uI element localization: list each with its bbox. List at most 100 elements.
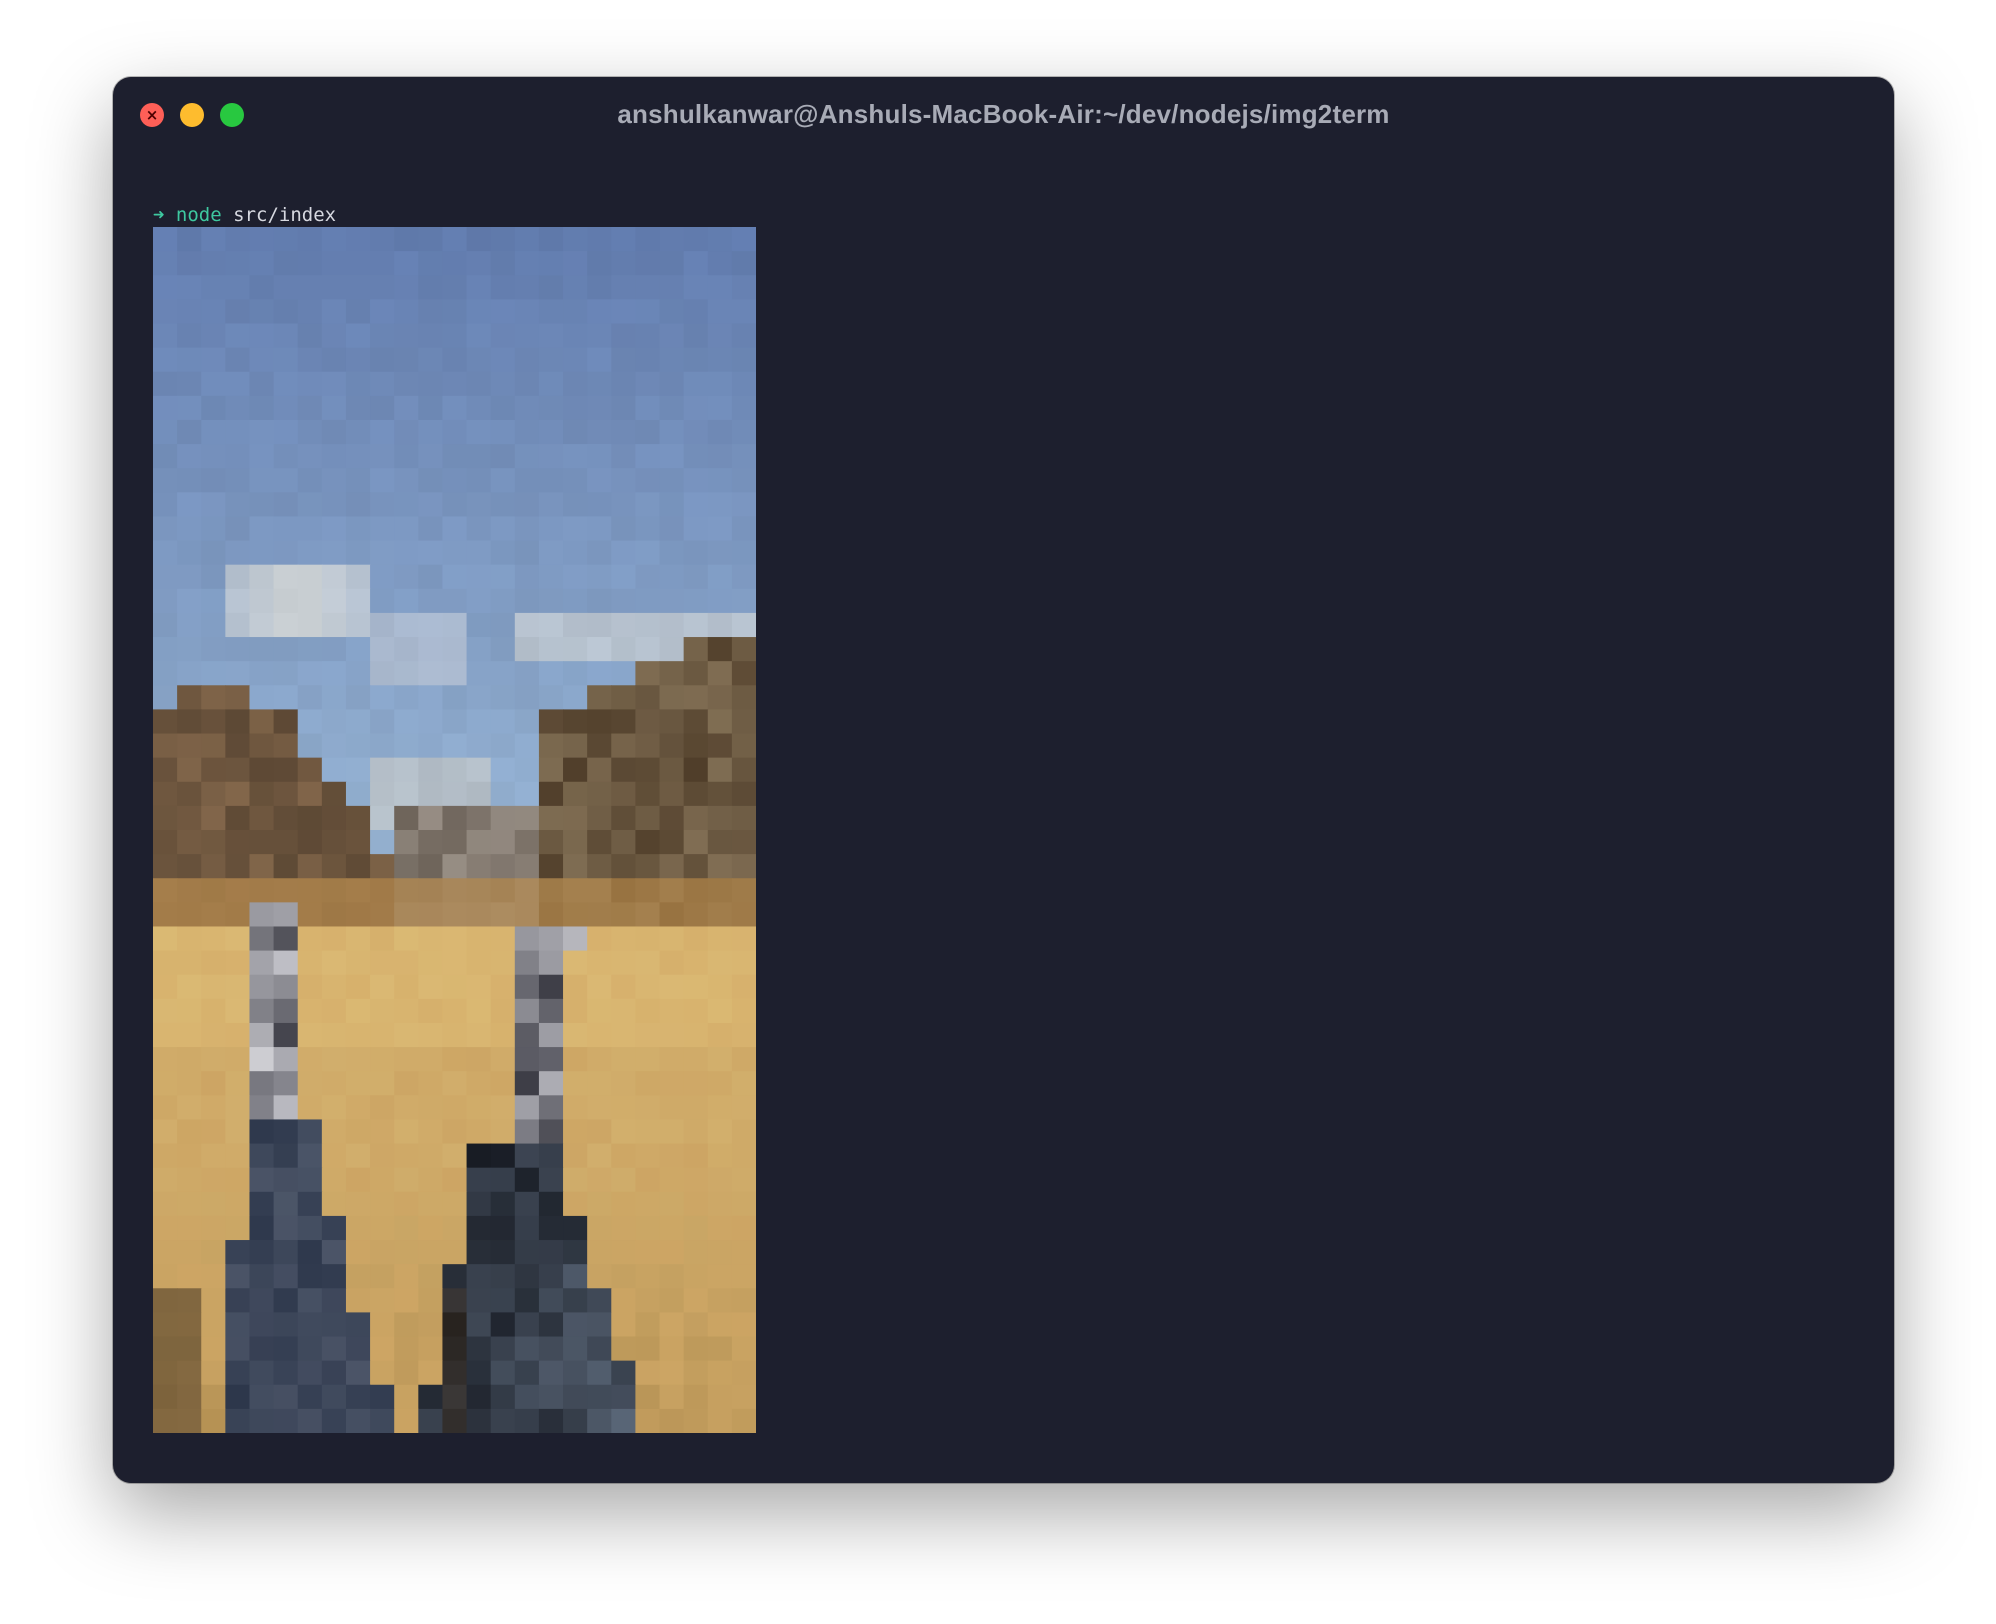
image-pixel bbox=[345, 299, 371, 325]
image-pixel bbox=[177, 1336, 202, 1362]
image-pixel bbox=[611, 299, 636, 325]
image-pixel bbox=[394, 781, 419, 807]
image-pixel bbox=[345, 637, 371, 662]
image-pixel bbox=[683, 516, 709, 542]
image-pixel bbox=[707, 444, 733, 469]
image-pixel bbox=[418, 564, 444, 590]
image-pixel bbox=[731, 1264, 756, 1289]
image-pixel bbox=[370, 371, 395, 397]
image-pixel bbox=[321, 323, 347, 349]
image-pixel bbox=[321, 371, 347, 397]
image-pixel bbox=[490, 468, 516, 493]
image-pixel bbox=[201, 878, 226, 903]
image-pixel bbox=[707, 637, 733, 662]
image-pixel bbox=[370, 251, 395, 276]
image-pixel bbox=[225, 564, 251, 590]
image-pixel bbox=[153, 1288, 178, 1313]
image-pixel bbox=[370, 395, 395, 421]
image-pixel bbox=[490, 492, 516, 518]
image-pixel bbox=[370, 830, 395, 855]
image-pixel bbox=[345, 661, 371, 686]
image-pixel bbox=[249, 227, 275, 252]
image-pixel bbox=[683, 926, 709, 952]
image-pixel bbox=[418, 1143, 444, 1169]
image-pixel bbox=[297, 733, 323, 759]
image-pixel bbox=[249, 419, 275, 445]
image-pixel bbox=[442, 612, 468, 638]
image-pixel bbox=[177, 1191, 202, 1217]
image-pixel bbox=[683, 299, 709, 325]
image-pixel bbox=[683, 275, 709, 300]
image-pixel bbox=[514, 516, 540, 542]
image-pixel bbox=[683, 1312, 709, 1338]
image-pixel bbox=[490, 854, 516, 879]
image-pixel bbox=[249, 1384, 275, 1410]
image-pixel bbox=[345, 323, 371, 349]
image-pixel bbox=[297, 974, 323, 1000]
image-pixel bbox=[514, 419, 540, 445]
image-pixel bbox=[177, 1384, 202, 1410]
image-pixel bbox=[225, 1384, 251, 1410]
image-pixel bbox=[659, 1288, 685, 1313]
image-pixel bbox=[466, 1288, 492, 1313]
image-pixel bbox=[273, 1384, 299, 1410]
image-pixel bbox=[683, 1095, 709, 1121]
image-pixel bbox=[153, 974, 178, 1000]
image-pixel bbox=[442, 371, 468, 397]
image-pixel bbox=[418, 347, 444, 373]
image-pixel bbox=[659, 637, 685, 662]
image-pixel bbox=[177, 1288, 202, 1313]
image-pixel bbox=[442, 347, 468, 373]
image-pixel bbox=[153, 516, 178, 542]
image-pixel bbox=[514, 1167, 540, 1193]
image-pixel bbox=[273, 878, 299, 903]
image-pixel bbox=[563, 878, 588, 903]
image-pixel bbox=[418, 540, 444, 566]
image-pixel bbox=[394, 1360, 419, 1386]
image-pixel bbox=[490, 371, 516, 397]
image-pixel bbox=[297, 323, 323, 349]
image-pixel bbox=[177, 709, 202, 735]
image-pixel bbox=[442, 251, 468, 276]
image-pixel bbox=[659, 395, 685, 421]
image-pixel bbox=[442, 878, 468, 903]
image-pixel bbox=[201, 637, 226, 662]
image-pixel bbox=[635, 1360, 661, 1386]
image-pixel bbox=[177, 685, 202, 710]
image-pixel bbox=[321, 468, 347, 493]
image-pixel bbox=[249, 1336, 275, 1362]
image-pixel bbox=[442, 805, 468, 831]
image-pixel bbox=[394, 1119, 419, 1145]
image-pixel bbox=[177, 998, 202, 1024]
image-pixel bbox=[297, 516, 323, 542]
image-pixel bbox=[731, 685, 756, 710]
image-pixel bbox=[514, 323, 540, 349]
image-pixel bbox=[321, 974, 347, 1000]
image-pixel bbox=[587, 830, 612, 855]
image-pixel bbox=[683, 950, 709, 976]
image-pixel bbox=[153, 1167, 178, 1193]
image-pixel bbox=[201, 757, 226, 783]
image-pixel bbox=[345, 371, 371, 397]
image-pixel bbox=[273, 974, 299, 1000]
image-pixel bbox=[249, 299, 275, 325]
title-bar[interactable]: × anshulkanwar@Anshuls-MacBook-Air:~/dev… bbox=[113, 77, 1894, 153]
image-pixel bbox=[611, 323, 636, 349]
image-pixel bbox=[370, 637, 395, 662]
image-pixel bbox=[370, 323, 395, 349]
image-pixel bbox=[707, 612, 733, 638]
image-pixel bbox=[153, 1384, 178, 1410]
image-pixel bbox=[153, 1264, 178, 1289]
image-pixel bbox=[538, 805, 564, 831]
image-pixel bbox=[225, 637, 251, 662]
image-pixel bbox=[683, 612, 709, 638]
image-pixel bbox=[177, 1215, 202, 1241]
image-pixel bbox=[418, 1384, 444, 1410]
image-pixel bbox=[538, 1215, 564, 1241]
image-pixel bbox=[611, 492, 636, 518]
image-pixel bbox=[418, 1408, 444, 1433]
image-pixel bbox=[177, 251, 202, 276]
image-pixel bbox=[514, 878, 540, 903]
image-pixel bbox=[514, 1071, 540, 1096]
terminal-content[interactable]: ➜ node src/index bbox=[153, 203, 1854, 1443]
